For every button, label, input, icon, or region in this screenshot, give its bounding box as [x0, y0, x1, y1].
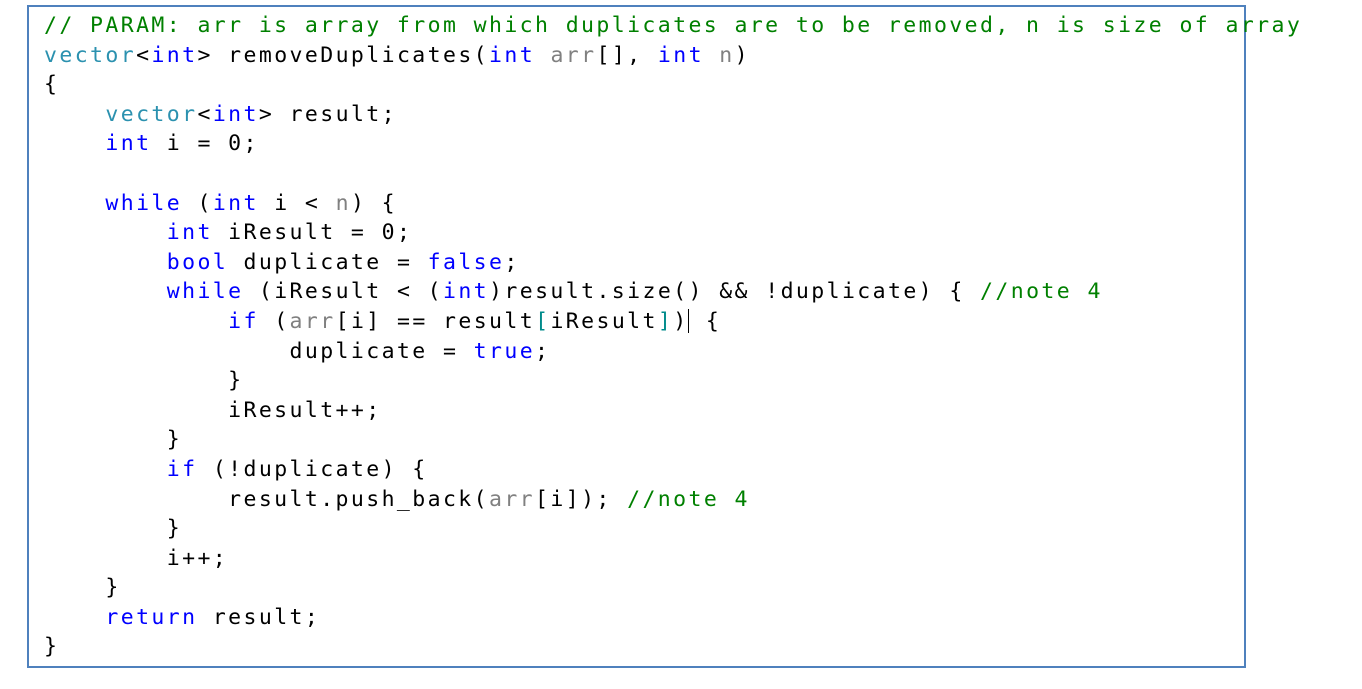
- code-line: int i = 0;: [44, 129, 1302, 159]
- code-line: while (int i < n) {: [44, 189, 1302, 219]
- code-text: (iResult < (: [243, 279, 443, 305]
- code-bracket: ]: [657, 308, 674, 334]
- code-text: ) {: [350, 190, 398, 216]
- code-line: duplicate = true;: [44, 337, 1302, 367]
- code-line: iResult++;: [44, 396, 1302, 426]
- code-parameter: n: [335, 190, 351, 216]
- code-text: result.push_back(: [44, 486, 489, 512]
- code-line: vector<int> removeDuplicates(int arr[], …: [44, 41, 1302, 71]
- code-keyword: bool: [166, 249, 229, 275]
- code-comment: //note 4: [627, 486, 750, 512]
- code-text: <: [197, 101, 213, 127]
- code-text: (!duplicate) {: [197, 456, 428, 482]
- code-keyword: true: [473, 338, 536, 364]
- code-keyword: int: [166, 220, 213, 246]
- code-line: }: [44, 514, 1302, 544]
- code-keyword: return: [105, 604, 198, 630]
- code-text: i++;: [44, 545, 229, 571]
- text-cursor: [687, 308, 689, 333]
- code-text: {: [44, 72, 60, 98]
- code-comment: // PARAM: arr is array from which duplic…: [44, 13, 1303, 38]
- code-line: result.push_back(arr[i]); //note 4: [44, 485, 1302, 515]
- code-text: ): [673, 308, 689, 334]
- code-text: duplicate =: [289, 338, 474, 364]
- code-text: iResult++;: [44, 397, 382, 423]
- code-text: }: [44, 427, 183, 453]
- code-text: {: [690, 308, 722, 334]
- code-parameter: arr: [488, 486, 536, 512]
- code-keyword: int: [151, 42, 198, 68]
- code-line: }: [44, 366, 1302, 396]
- code-editor[interactable]: // PARAM: arr is array from which duplic…: [44, 11, 1302, 662]
- code-text: duplicate =: [228, 249, 428, 275]
- code-keyword: false: [427, 249, 505, 275]
- code-comment: //note 4: [980, 279, 1103, 305]
- code-line: bool duplicate = false;: [44, 248, 1302, 278]
- code-line: }: [44, 573, 1302, 603]
- code-line: }: [44, 632, 1302, 662]
- code-text: > removeDuplicates(: [197, 42, 490, 68]
- code-text: iResult: [550, 308, 658, 334]
- code-text: }: [44, 575, 121, 601]
- code-line: // PARAM: arr is array from which duplic…: [44, 11, 1302, 41]
- code-text: i = 0;: [151, 131, 259, 157]
- code-keyword: int: [489, 42, 536, 68]
- code-text: )result.size() && !duplicate) {: [489, 279, 981, 305]
- code-text: }: [44, 634, 60, 660]
- code-keyword: int: [442, 279, 490, 305]
- code-keyword: if: [228, 308, 259, 334]
- code-parameter: arr: [550, 42, 597, 68]
- code-line: if (!duplicate) {: [44, 455, 1302, 485]
- code-text: i <: [258, 190, 336, 216]
- code-line: return result;: [44, 603, 1302, 633]
- code-text: [i]);: [535, 486, 628, 512]
- code-keyword: int: [105, 131, 152, 157]
- code-text: (: [182, 190, 213, 216]
- code-keyword: if: [166, 456, 198, 482]
- code-text: ): [734, 42, 750, 68]
- code-text: ;: [504, 249, 520, 275]
- code-line: while (iResult < (int)result.size() && !…: [44, 277, 1302, 307]
- code-keyword: while: [105, 190, 183, 216]
- code-keyword: int: [212, 190, 259, 216]
- code-text: ;: [535, 338, 551, 364]
- code-editor-frame: // PARAM: arr is array from which duplic…: [27, 5, 1300, 668]
- code-line: {: [44, 70, 1302, 100]
- code-text: }: [44, 368, 244, 394]
- code-text: (: [258, 308, 290, 334]
- code-text: > result;: [258, 101, 397, 127]
- code-keyword: int: [657, 42, 704, 68]
- code-parameter: n: [719, 42, 735, 68]
- code-text: [i] == result: [335, 308, 536, 334]
- code-text: <: [136, 42, 152, 68]
- code-line: int iResult = 0;: [44, 218, 1302, 248]
- code-text: iResult = 0;: [212, 220, 413, 246]
- code-type: vector: [105, 101, 198, 127]
- code-line: i++;: [44, 544, 1302, 574]
- code-type: vector: [44, 42, 137, 68]
- code-line: vector<int> result;: [44, 100, 1302, 130]
- code-line: }: [44, 425, 1302, 455]
- code-text: [],: [596, 42, 658, 68]
- code-text: }: [44, 516, 183, 542]
- code-parameter: arr: [289, 308, 336, 334]
- code-text: result;: [197, 604, 321, 630]
- code-keyword: while: [166, 279, 244, 305]
- code-keyword: int: [212, 101, 259, 127]
- code-bracket: [: [535, 308, 551, 334]
- code-line: if (arr[i] == result[iResult]) {: [44, 307, 1302, 337]
